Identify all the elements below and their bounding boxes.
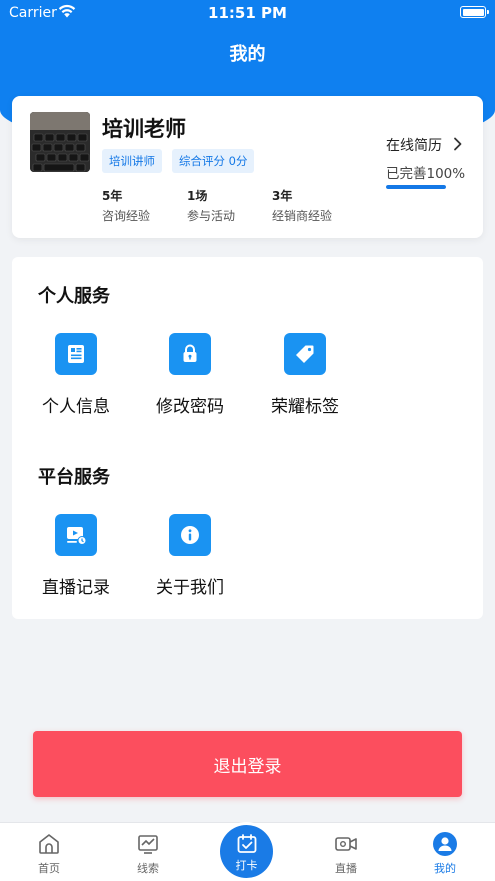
- video-record-icon: [55, 514, 97, 556]
- service-label: 个人信息: [42, 397, 110, 417]
- user-icon: [433, 832, 457, 856]
- service-change-password[interactable]: 修改密码: [135, 333, 245, 417]
- tab-leads[interactable]: 线索: [113, 831, 183, 876]
- chart-icon: [138, 835, 158, 854]
- user-name: 培训老师: [102, 117, 186, 141]
- stat-value-activities: 1场: [187, 189, 208, 203]
- tag-icon: [284, 333, 326, 375]
- tab-label: 直播: [335, 862, 357, 875]
- stat-value-dealer: 3年: [272, 189, 293, 203]
- service-label: 直播记录: [42, 578, 110, 598]
- tab-label: 首页: [38, 862, 60, 875]
- chevron-right-icon[interactable]: [453, 137, 463, 151]
- info-icon: [169, 514, 211, 556]
- battery-icon: [460, 6, 489, 18]
- platform-services-title: 平台服务: [38, 467, 110, 488]
- resume-progress-text: 已完善100%: [386, 166, 466, 182]
- tab-label: 我的: [434, 862, 456, 875]
- avatar[interactable]: [30, 112, 90, 172]
- stat-label-dealer: 经销商经验: [272, 209, 333, 223]
- video-camera-icon: [335, 837, 357, 851]
- id-card-icon: [55, 333, 97, 375]
- personal-services-title: 个人服务: [38, 286, 110, 307]
- page-title: 我的: [229, 44, 266, 65]
- lock-icon: [169, 333, 211, 375]
- service-personal-info[interactable]: 个人信息: [21, 333, 131, 417]
- services-card: 个人服务 个人信息 修改密码 荣耀标签 平台服务 直播记录 关于我们: [12, 257, 483, 619]
- checkin-icon: [237, 834, 256, 853]
- tab-mine[interactable]: 我的: [410, 831, 480, 876]
- tab-checkin[interactable]: 打卡: [220, 825, 273, 878]
- online-resume-link[interactable]: 在线简历: [386, 135, 442, 155]
- resume-progress-fill: [386, 185, 446, 189]
- stat-label-activities: 参与活动: [187, 209, 236, 223]
- tab-label: 打卡: [235, 859, 258, 872]
- service-label: 荣耀标签: [271, 397, 339, 417]
- role-tag: 培训讲师: [102, 149, 162, 173]
- logout-button[interactable]: 退出登录: [33, 731, 462, 797]
- tab-live[interactable]: 直播: [311, 831, 381, 876]
- service-honor-tags[interactable]: 荣耀标签: [250, 333, 360, 417]
- profile-card: 培训老师 培训讲师 综合评分 0分 5年 咨询经验 1场 参与活动 3年 经销商…: [12, 96, 483, 238]
- tab-home[interactable]: 首页: [14, 831, 84, 876]
- clock: 11:51 PM: [208, 4, 287, 22]
- stat-value-consulting: 5年: [102, 189, 123, 203]
- score-tag: 综合评分 0分: [172, 149, 255, 173]
- service-about-us[interactable]: 关于我们: [135, 514, 245, 598]
- service-label: 关于我们: [156, 578, 224, 598]
- status-bar: Carrier 11:51 PM: [0, 0, 495, 26]
- home-icon: [39, 834, 59, 854]
- stat-label-consulting: 咨询经验: [102, 209, 151, 223]
- resume-progress-bar: [386, 185, 446, 189]
- service-label: 修改密码: [156, 397, 224, 417]
- service-live-records[interactable]: 直播记录: [21, 514, 131, 598]
- tab-label: 线索: [137, 862, 159, 875]
